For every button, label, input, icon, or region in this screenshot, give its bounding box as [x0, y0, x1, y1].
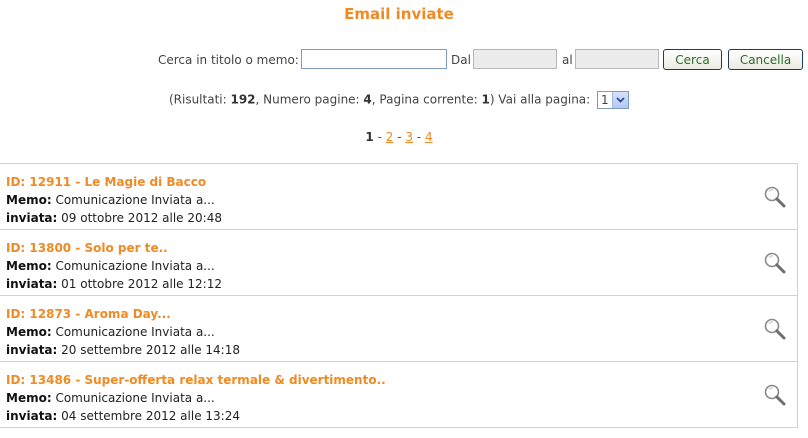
search-bar: Cerca in titolo o memo: Dal al Cerca Can… — [0, 49, 804, 71]
memo-label: Memo: — [6, 391, 52, 405]
magnifier-icon[interactable] — [763, 185, 787, 209]
email-title-link[interactable]: ID: 12873 - Aroma Day... — [6, 305, 797, 323]
memo-value: Comunicazione Inviata a... — [51, 325, 215, 339]
email-title-link[interactable]: ID: 12911 - Le Magie di Bacco — [6, 173, 797, 191]
goto-page-value: 1 — [601, 93, 609, 107]
sent-label: inviata: — [6, 277, 58, 291]
memo-line: Memo: Comunicazione Inviata a... — [6, 389, 797, 407]
date-from-label: Dal — [451, 53, 471, 67]
search-button[interactable]: Cerca — [663, 49, 722, 70]
date-to-label: al — [562, 53, 573, 67]
pagination-separator: - — [393, 130, 406, 144]
memo-line: Memo: Comunicazione Inviata a... — [6, 191, 797, 209]
memo-line: Memo: Comunicazione Inviata a... — [6, 323, 797, 341]
current-page: 1 — [481, 92, 490, 107]
sent-value: 04 settembre 2012 alle 13:24 — [57, 409, 240, 423]
pagination-separator: - — [373, 130, 386, 144]
memo-label: Memo: — [6, 193, 52, 207]
sent-value: 20 settembre 2012 alle 14:18 — [57, 343, 240, 357]
page-title: Email inviate — [344, 5, 454, 23]
list-item: ID: 13800 - Solo per te.. Memo: Comunica… — [0, 230, 798, 296]
sent-line: inviata: 01 ottobre 2012 alle 12:12 — [6, 275, 797, 293]
memo-label: Memo: — [6, 325, 52, 339]
email-title-link[interactable]: ID: 13800 - Solo per te.. — [6, 239, 797, 257]
magnifier-icon[interactable] — [763, 317, 787, 341]
email-list: ID: 12911 - Le Magie di Bacco Memo: Comu… — [0, 163, 798, 428]
results-count: 192 — [230, 92, 256, 107]
clear-button[interactable]: Cancella — [728, 49, 803, 70]
search-input[interactable] — [301, 49, 447, 69]
results-info: (Risultati: 192, Numero pagine: 4, Pagin… — [0, 91, 798, 109]
memo-value: Comunicazione Inviata a... — [51, 259, 215, 273]
list-item: ID: 12911 - Le Magie di Bacco Memo: Comu… — [0, 164, 798, 230]
sent-line: inviata: 04 settembre 2012 alle 13:24 — [6, 407, 797, 425]
results-prefix: (Risultati: — [168, 92, 231, 107]
pagination-current: 1 — [365, 130, 374, 144]
goto-label: ) Vai alla pagina: — [489, 92, 591, 107]
memo-label: Memo: — [6, 259, 52, 273]
pagination-link-4[interactable]: 4 — [425, 130, 433, 144]
date-from-field[interactable] — [473, 49, 557, 69]
pages-label: , Numero pagine: — [255, 92, 364, 107]
sent-label: inviata: — [6, 343, 58, 357]
list-item: ID: 12873 - Aroma Day... Memo: Comunicaz… — [0, 296, 798, 362]
sent-value: 01 ottobre 2012 alle 12:12 — [57, 277, 222, 291]
magnifier-icon[interactable] — [763, 383, 787, 407]
pagination-link-3[interactable]: 3 — [405, 130, 413, 144]
sent-line: inviata: 20 settembre 2012 alle 14:18 — [6, 341, 797, 359]
list-item: ID: 13486 - Super-offerta relax termale … — [0, 362, 798, 428]
date-to-field[interactable] — [575, 49, 659, 69]
pagination: 1 - 2 - 3 - 4 — [0, 130, 798, 144]
sent-value: 09 ottobre 2012 alle 20:48 — [57, 211, 222, 225]
chevron-down-icon[interactable] — [612, 92, 629, 108]
email-title-link[interactable]: ID: 13486 - Super-offerta relax termale … — [6, 371, 797, 389]
memo-value: Comunicazione Inviata a... — [51, 193, 215, 207]
memo-line: Memo: Comunicazione Inviata a... — [6, 257, 797, 275]
sent-line: inviata: 09 ottobre 2012 alle 20:48 — [6, 209, 797, 227]
pagination-separator: - — [412, 130, 425, 144]
current-page-label: , Pagina corrente: — [371, 92, 482, 107]
sent-label: inviata: — [6, 409, 58, 423]
memo-value: Comunicazione Inviata a... — [51, 391, 215, 405]
sent-label: inviata: — [6, 211, 58, 225]
search-label: Cerca in titolo o memo: — [158, 53, 299, 67]
magnifier-icon[interactable] — [763, 251, 787, 275]
pages-count: 4 — [363, 92, 372, 107]
goto-page-select[interactable]: 1 — [597, 91, 630, 109]
